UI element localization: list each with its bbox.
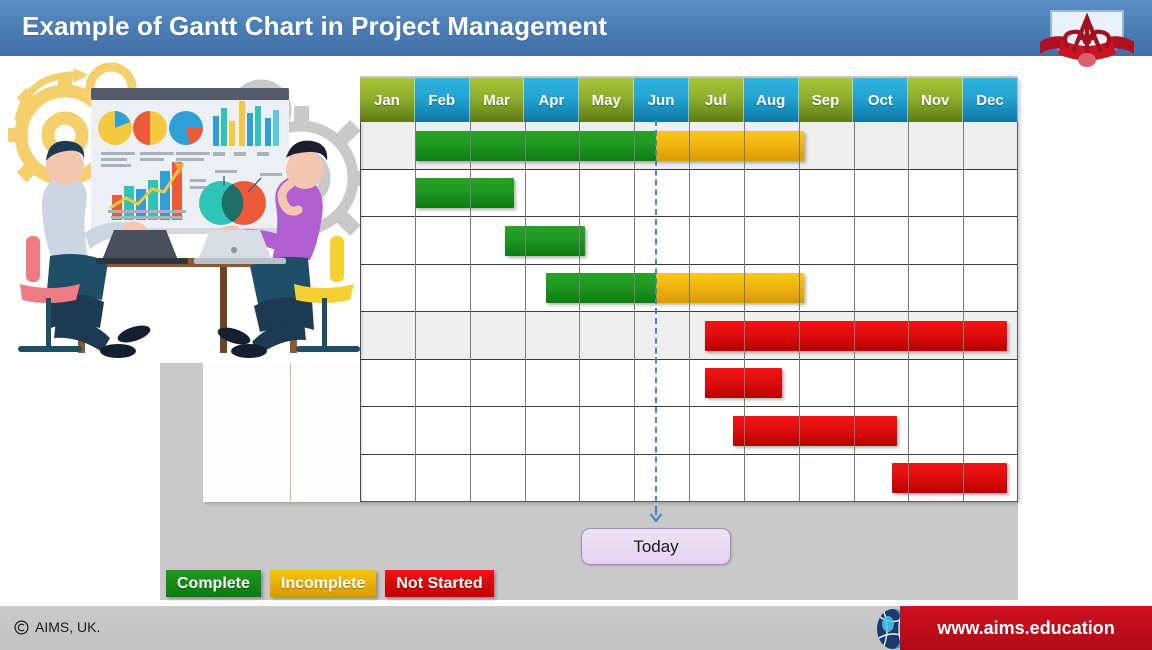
copyright: AIMS, UK. — [14, 619, 100, 635]
website-url: www.aims.education — [937, 617, 1115, 638]
gantt-bar-not-started[interactable] — [705, 320, 1008, 351]
gantt-bar-not-started[interactable] — [705, 368, 783, 399]
today-line — [655, 120, 657, 512]
gantt-row — [360, 170, 1018, 217]
gantt-row — [360, 122, 1018, 170]
gantt-row — [360, 407, 1018, 455]
website-band[interactable]: www.aims.education — [900, 606, 1152, 650]
gantt-bar-complete[interactable] — [505, 225, 585, 256]
copyright-text: AIMS, UK. — [35, 619, 101, 635]
legend-item-incomplete: Incomplete — [269, 570, 377, 597]
month-header-sep: Sep — [798, 78, 854, 122]
gantt-rows — [360, 122, 1018, 502]
gantt-row — [360, 265, 1018, 312]
month-header-jun: Jun — [634, 78, 689, 122]
slide: Example of Gantt Chart in Project Manage… — [0, 0, 1152, 650]
month-header-nov: Nov — [908, 78, 964, 122]
gantt-bar-incomplete[interactable] — [656, 273, 805, 304]
aims-logo — [1040, 10, 1134, 67]
gantt-bar-complete[interactable] — [546, 273, 657, 304]
page-title: Example of Gantt Chart in Project Manage… — [22, 11, 608, 41]
title-bar: Example of Gantt Chart in Project Manage… — [0, 0, 1152, 67]
month-header-mar: Mar — [469, 78, 525, 122]
month-header-row: Jan Feb Mar Apr May Jun Jul Aug Sep Oct Nov Dec — [360, 78, 1018, 122]
today-label: Today — [581, 528, 731, 565]
gantt-bar-not-started[interactable] — [732, 415, 898, 446]
month-header-may: May — [579, 78, 635, 122]
gantt-row — [360, 217, 1018, 265]
chart-legend: Complete Incomplete Not Started — [166, 570, 494, 597]
legend-item-not-started: Not Started — [385, 570, 494, 597]
gantt-bar-complete[interactable] — [414, 130, 657, 161]
gantt-bar-incomplete[interactable] — [656, 130, 805, 161]
month-header-dec: Dec — [963, 78, 1018, 122]
legend-item-complete: Complete — [166, 570, 261, 597]
month-header-jul: Jul — [688, 78, 744, 122]
gantt-row — [360, 455, 1018, 502]
gantt-row — [360, 312, 1018, 360]
today-arrow-icon — [649, 506, 663, 522]
month-header-oct: Oct — [853, 78, 909, 122]
gantt-bar-complete[interactable] — [414, 178, 514, 209]
gantt-row — [360, 360, 1018, 407]
month-header-jan: Jan — [360, 78, 415, 122]
month-header-feb: Feb — [414, 78, 470, 122]
month-header-apr: Apr — [524, 78, 580, 122]
footer: AIMS, UK. www.aims.education — [0, 606, 1152, 650]
copyright-icon — [14, 619, 29, 635]
team-meeting-illustration — [8, 58, 360, 363]
gantt-bar-not-started[interactable] — [891, 463, 1008, 494]
month-header-aug: Aug — [743, 78, 799, 122]
gantt-chart: Jan Feb Mar Apr May Jun Jul Aug Sep Oct Nov Dec — [360, 78, 1018, 502]
